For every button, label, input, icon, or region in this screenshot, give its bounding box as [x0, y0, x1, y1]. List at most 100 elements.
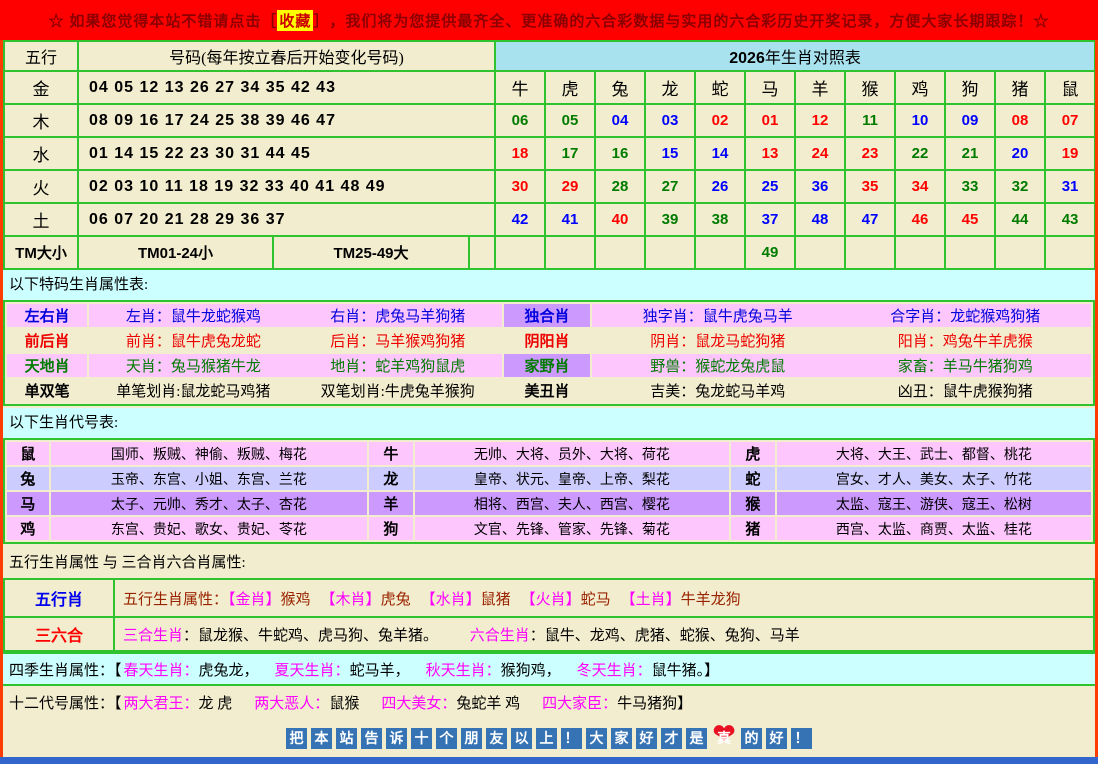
- bookmark-link[interactable]: 收藏: [277, 10, 313, 31]
- tm-grid-cell: [995, 236, 1045, 269]
- tm-big-range: TM25-49大: [273, 236, 469, 269]
- codename-zodiac-label: 龙: [369, 467, 413, 490]
- wuxing-row: 五行肖 五行生肖属性：【金肖】猴鸡【木肖】虎兔【水肖】鼠猪【火肖】蛇马【土肖】牛…: [4, 579, 1094, 617]
- codename-row: 兔玉帝、东宫、小姐、东宫、兰花龙皇帝、状元、皇帝、上帝、梨花蛇宫女、才人、美女、…: [7, 467, 1091, 490]
- wuxing-element-tag: 【木肖】: [321, 592, 381, 608]
- grid-number-cell: 20: [995, 137, 1045, 170]
- banner-text-post: ，我们将为您提供最齐全、更准确的六合彩数据与实用的六合彩历史开奖记录，方便大家长…: [329, 10, 1049, 31]
- grid-number-cell: 09: [945, 104, 995, 137]
- element-numbers: 06 07 20 21 28 29 36 37: [78, 203, 495, 236]
- codename-zodiac-label: 羊: [369, 492, 413, 515]
- attr-left-label: 左右肖: [7, 304, 87, 327]
- wuxing-element-tag: 【土肖】: [621, 592, 681, 608]
- zodiac-header-cell: 鼠: [1045, 71, 1095, 104]
- banner-text-pre: ☆ 如果您觉得本站不错请点击: [49, 10, 262, 31]
- left-edge-strip: [0, 40, 3, 764]
- twelve-code-tag: 四大家臣：: [542, 696, 617, 712]
- footer-char-box: 才: [661, 728, 682, 749]
- tm-grid-cell: [845, 236, 895, 269]
- tm-grid-cell: [645, 236, 695, 269]
- attr-right-label: 阴阳肖: [504, 329, 590, 352]
- sanliuhe-row-label: 三六合: [4, 617, 114, 651]
- grid-number-cell: 29: [545, 170, 595, 203]
- element-label: 火: [4, 170, 78, 203]
- grid-number-cell: 16: [595, 137, 645, 170]
- twelve-codes-row: 十二代号属性：【两大君王：龙 虎两大恶人：鼠猴四大美女：兔蛇羊 鸡四大家臣：牛马…: [3, 686, 1095, 718]
- zodiac-number-table: 五行 号码(每年按立春后开始变化号码) 2026年生肖对照表 金04 05 12…: [3, 40, 1096, 270]
- section-header-attributes: 以下特码生肖属性表:: [3, 270, 1095, 300]
- zodiac-header-cell: 猴: [845, 71, 895, 104]
- footer-char-box: 是: [686, 728, 707, 749]
- tm-grid-cell: [595, 236, 645, 269]
- twelve-code-values: 牛马猪狗】: [617, 696, 692, 712]
- season-values: 猴狗鸡，: [501, 663, 561, 679]
- codename-zodiac-label: 猴: [731, 492, 775, 515]
- grid-number-cell: 25: [745, 170, 795, 203]
- bottom-blue-strip: [0, 757, 1098, 764]
- liuhe-values: ：鼠牛、龙鸡、虎猪、蛇猴、兔狗、马羊: [530, 628, 800, 644]
- wuxing-row-label: 五行肖: [4, 579, 114, 617]
- element-numbers: 01 14 15 22 23 30 31 44 45: [78, 137, 495, 170]
- grid-number-cell: 45: [945, 203, 995, 236]
- element-row: 火02 03 10 11 18 19 32 33 40 41 48 493029…: [4, 170, 1095, 203]
- wuxing-element-values: 鼠猪: [481, 592, 511, 608]
- sanhe-label: 三合生肖: [123, 628, 183, 644]
- sanhe-values: ：鼠龙猴、牛蛇鸡、虎马狗、兔羊猪。: [183, 628, 438, 644]
- banner-bracket-open: ［: [261, 10, 277, 31]
- tm-grid-cell: [495, 236, 545, 269]
- wuxing-prefix: 五行生肖属性：: [123, 592, 228, 608]
- season-tag: 秋天生肖：: [426, 663, 501, 679]
- seasons-row: 四季生肖属性：【春天生肖：虎兔龙，夏天生肖：蛇马羊，秋天生肖：猴狗鸡，冬天生肖：…: [3, 652, 1095, 686]
- element-label: 土: [4, 203, 78, 236]
- wuxing-element-values: 牛羊龙狗: [681, 592, 741, 608]
- wuxing-element-tag: 【金肖】: [228, 592, 281, 608]
- grid-number-cell: 38: [695, 203, 745, 236]
- grid-number-cell: 21: [945, 137, 995, 170]
- footer-char-box: 告: [361, 728, 382, 749]
- grid-number-cell: 26: [695, 170, 745, 203]
- codename-row: 马太子、元帅、秀才、太子、杏花羊相将、西宫、夫人、西宫、樱花猴太监、寇王、游侠、…: [7, 492, 1091, 515]
- element-label: 木: [4, 104, 78, 137]
- grid-number-cell: 46: [895, 203, 945, 236]
- year-label: 2026: [729, 50, 765, 67]
- attr-right-part-a: 吉美：兔龙蛇马羊鸡: [650, 380, 785, 401]
- grid-number-cell: 30: [495, 170, 545, 203]
- footer-char-box: 个: [436, 728, 457, 749]
- grid-number-cell: 48: [795, 203, 845, 236]
- attr-right-content: 野兽：猴蛇龙兔虎鼠家畜：羊马牛猪狗鸡: [592, 354, 1091, 377]
- attr-right-content: 吉美：兔龙蛇马羊鸡凶丑：鼠牛虎猴狗猪: [592, 379, 1091, 402]
- codename-values: 无帅、大将、员外、大将、荷花: [415, 442, 729, 465]
- zodiac-header-cell: 鸡: [895, 71, 945, 104]
- attr-left-part-b: 双笔划肖:牛虎兔羊猴狗: [321, 380, 475, 401]
- wuxing-element-values: 猴鸡: [281, 592, 311, 608]
- twelve-code-values: 兔蛇羊 鸡: [456, 696, 520, 712]
- year-suffix: 年生肖对照表: [765, 50, 861, 67]
- wuxing-element-tag: 【水肖】: [421, 592, 481, 608]
- footer-char-box: 以: [511, 728, 532, 749]
- attr-left-part-a: 前肖：鼠牛虎兔龙蛇: [126, 330, 261, 351]
- wuxing-element-values: 虎兔: [381, 592, 411, 608]
- footer-char-box: ！: [561, 728, 582, 749]
- grid-number-cell: 11: [845, 104, 895, 137]
- zodiac-header-cell: 马: [745, 71, 795, 104]
- footer-char: 真: [717, 730, 731, 746]
- codename-zodiac-label: 虎: [731, 442, 775, 465]
- attr-right-content: 独字肖：鼠牛虎兔马羊合字肖：龙蛇猴鸡狗猪: [592, 304, 1091, 327]
- attr-left-part-a: 天肖：兔马猴猪牛龙: [126, 355, 261, 376]
- footer-char-box: 好: [766, 728, 787, 749]
- attr-left-label: 天地肖: [7, 354, 87, 377]
- footer-char-box: 友: [486, 728, 507, 749]
- zodiac-attributes-table: 左右肖左肖：鼠牛龙蛇猴鸡右肖：虎兔马羊狗猪独合肖独字肖：鼠牛虎兔马羊合字肖：龙蛇…: [3, 300, 1095, 406]
- grid-number-cell: 33: [945, 170, 995, 203]
- zodiac-header-cell: 羊: [795, 71, 845, 104]
- grid-number-cell: 24: [795, 137, 845, 170]
- zodiac-header-cell: 虎: [545, 71, 595, 104]
- wuxing-element-tag: 【火肖】: [521, 592, 581, 608]
- tm-size-label: TM大小: [4, 236, 78, 269]
- codename-zodiac-label: 鸡: [7, 517, 49, 540]
- attribute-row: 左右肖左肖：鼠牛龙蛇猴鸡右肖：虎兔马羊狗猪独合肖独字肖：鼠牛虎兔马羊合字肖：龙蛇…: [7, 304, 1091, 327]
- footer-char-box: 大: [586, 728, 607, 749]
- footer-char-box: 把: [286, 728, 307, 749]
- tm-grid-cell: [795, 236, 845, 269]
- codename-row: 鼠国师、叛贼、神偷、叛贼、梅花牛无帅、大将、员外、大将、荷花虎大将、大王、武士、…: [7, 442, 1091, 465]
